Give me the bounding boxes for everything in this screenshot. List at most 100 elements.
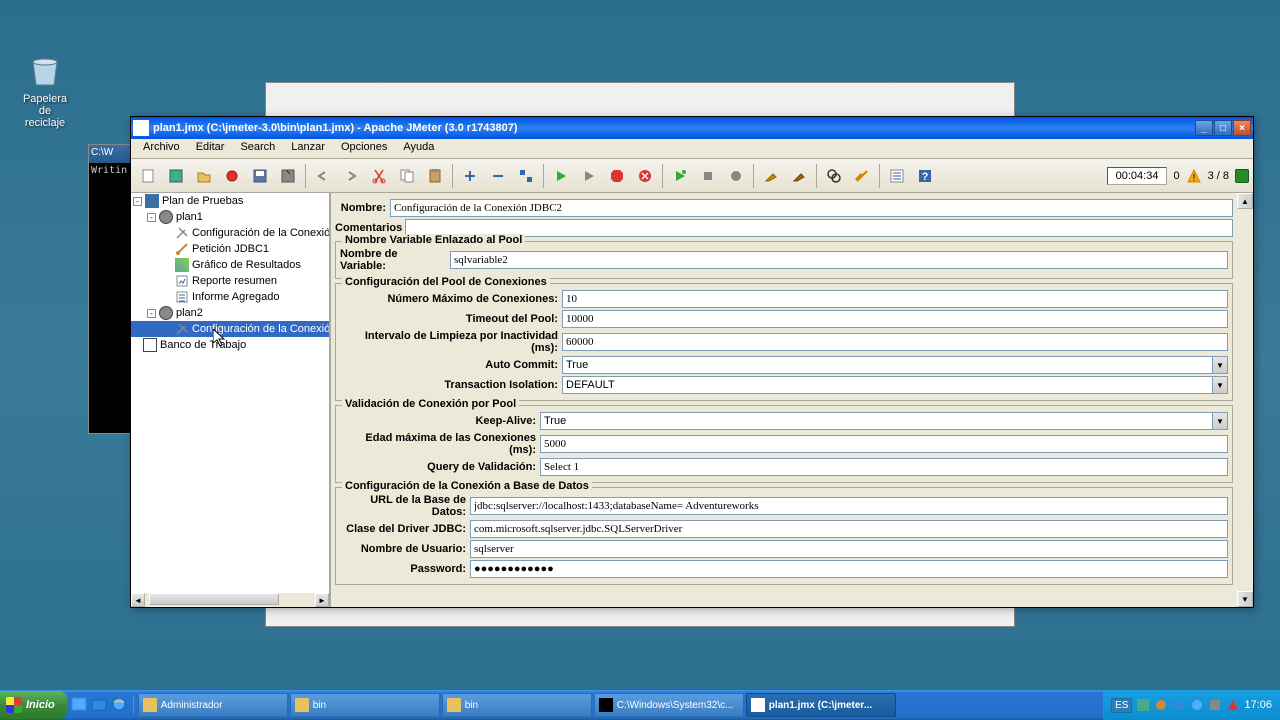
var-input[interactable] [450, 251, 1228, 269]
help-button[interactable]: ? [912, 163, 938, 189]
timeout-input[interactable] [562, 310, 1228, 328]
keepalive-select[interactable] [540, 412, 1212, 430]
plan-icon [145, 194, 159, 208]
stop-button[interactable] [604, 163, 630, 189]
tree-config1[interactable]: Configuración de la Conexión JDBC [131, 225, 329, 241]
graph-icon [175, 258, 189, 272]
titlebar[interactable]: plan1.jmx (C:\jmeter-3.0\bin\plan1.jmx) … [131, 117, 1253, 139]
save-as-button[interactable] [275, 163, 301, 189]
search-button[interactable] [821, 163, 847, 189]
user-input[interactable] [470, 540, 1228, 558]
toolbar: ? 00:04:34 0 ! 3 / 8 [131, 159, 1253, 193]
redo-button[interactable] [338, 163, 364, 189]
maxage-input[interactable] [540, 435, 1228, 453]
config-icon [175, 226, 189, 240]
elapsed-time: 00:04:34 [1107, 167, 1168, 185]
task-bin1[interactable]: bin [290, 693, 440, 717]
save-button[interactable] [247, 163, 273, 189]
menu-ayuda[interactable]: Ayuda [395, 139, 442, 158]
start-button[interactable] [548, 163, 574, 189]
undo-button[interactable] [310, 163, 336, 189]
start-noTimers-button[interactable] [576, 163, 602, 189]
dropdown-icon[interactable]: ▼ [1212, 356, 1228, 374]
tree-grafico[interactable]: Gráfico de Resultados [131, 257, 329, 273]
remote-start-button[interactable] [667, 163, 693, 189]
report-icon [175, 274, 189, 288]
taskbar: Inicio Administrador bin bin C:\Windows\… [0, 690, 1280, 720]
explorer-icon[interactable] [91, 696, 109, 714]
eviction-input[interactable] [562, 333, 1228, 351]
url-input[interactable] [470, 497, 1228, 515]
task-cmd[interactable]: C:\Windows\System32\c... [594, 693, 744, 717]
templates-button[interactable] [163, 163, 189, 189]
tray-icon-3[interactable] [1172, 698, 1186, 712]
function-helper-button[interactable] [884, 163, 910, 189]
menu-lanzar[interactable]: Lanzar [283, 139, 333, 158]
isolation-select[interactable] [562, 376, 1212, 394]
error-count: 0 [1173, 170, 1179, 182]
thread-icon [159, 210, 173, 224]
tree-peticion[interactable]: Petición JDBC1 [131, 241, 329, 257]
menu-opciones[interactable]: Opciones [333, 139, 395, 158]
tree-plan[interactable]: - Plan de Pruebas [131, 193, 329, 209]
clock[interactable]: 17:06 [1244, 699, 1272, 711]
search-reset-button[interactable] [849, 163, 875, 189]
tree-plan1[interactable]: - plan1 [131, 209, 329, 225]
tree-informe[interactable]: Informe Agregado [131, 289, 329, 305]
task-bin2[interactable]: bin [442, 693, 592, 717]
warning-icon: ! [1186, 168, 1202, 184]
menu-search[interactable]: Search [232, 139, 283, 158]
jmeter-window: plan1.jmx (C:\jmeter-3.0\bin\plan1.jmx) … [130, 116, 1254, 608]
clear-all-button[interactable] [786, 163, 812, 189]
workbench-icon [143, 338, 157, 352]
clear-button[interactable] [758, 163, 784, 189]
running-indicator [1235, 169, 1249, 183]
tree-scrollbar[interactable]: ◄ ► [131, 593, 329, 607]
task-jmeter[interactable]: plan1.jmx (C:\jmeter... [746, 693, 896, 717]
dropdown-icon[interactable]: ▼ [1212, 376, 1228, 394]
tree-banco[interactable]: Banco de Trabajo [131, 337, 329, 353]
remote-stop-button[interactable] [695, 163, 721, 189]
ie-icon[interactable] [111, 696, 129, 714]
tray-icon-1[interactable] [1136, 698, 1150, 712]
menu-editar[interactable]: Editar [188, 139, 233, 158]
tree-plan2[interactable]: - plan2 [131, 305, 329, 321]
query-input[interactable] [540, 458, 1228, 476]
minimize-button[interactable]: _ [1195, 120, 1213, 136]
comentarios-input[interactable] [405, 219, 1233, 237]
recycle-bin[interactable]: Papelera de reciclaje [20, 50, 70, 129]
tray-icon-4[interactable] [1190, 698, 1204, 712]
tree-config2[interactable]: Configuración de la Conexión JDBC2 [131, 321, 329, 337]
menu-archivo[interactable]: Archivo [135, 139, 188, 158]
quick-launch [67, 696, 134, 714]
pass-input[interactable] [470, 560, 1228, 578]
cut-button[interactable] [366, 163, 392, 189]
nombre-input[interactable] [390, 199, 1233, 217]
new-button[interactable] [135, 163, 161, 189]
expand-button[interactable] [457, 163, 483, 189]
tray-icon-6[interactable] [1226, 698, 1240, 712]
tree-reporte[interactable]: Reporte resumen [131, 273, 329, 289]
validation-fieldset: Validación de Conexión por Pool Keep-Ali… [335, 405, 1233, 483]
autocommit-select[interactable] [562, 356, 1212, 374]
tray-icon-5[interactable] [1208, 698, 1222, 712]
collapse-button[interactable] [485, 163, 511, 189]
form-scrollbar[interactable]: ▲ ▼ [1237, 193, 1253, 607]
task-administrador[interactable]: Administrador [138, 693, 288, 717]
close-file-button[interactable] [219, 163, 245, 189]
shutdown-button[interactable] [632, 163, 658, 189]
start-button[interactable]: Inicio [0, 691, 67, 719]
max-conn-input[interactable] [562, 290, 1228, 308]
dropdown-icon[interactable]: ▼ [1212, 412, 1228, 430]
show-desktop-icon[interactable] [71, 696, 89, 714]
maximize-button[interactable]: □ [1214, 120, 1232, 136]
open-button[interactable] [191, 163, 217, 189]
toggle-button[interactable] [513, 163, 539, 189]
copy-button[interactable] [394, 163, 420, 189]
remote-shutdown-button[interactable] [723, 163, 749, 189]
language-indicator[interactable]: ES [1111, 698, 1132, 713]
paste-button[interactable] [422, 163, 448, 189]
close-button[interactable]: × [1233, 120, 1251, 136]
driver-input[interactable] [470, 520, 1228, 538]
tray-icon-2[interactable] [1154, 698, 1168, 712]
